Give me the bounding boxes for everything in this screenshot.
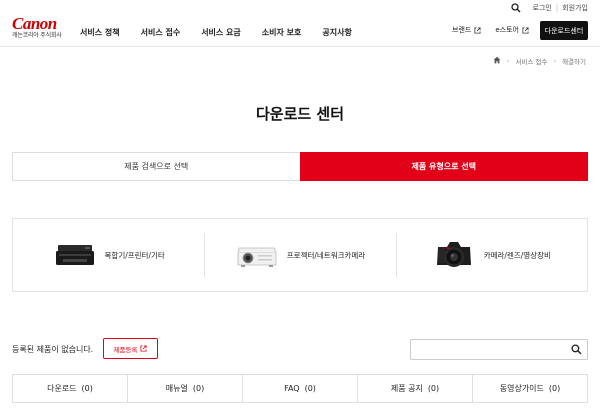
search-icon[interactable] bbox=[511, 3, 521, 16]
product-search-box bbox=[410, 339, 588, 360]
external-link-icon bbox=[522, 26, 529, 34]
estore-link[interactable]: e스토어 bbox=[495, 25, 529, 35]
home-icon[interactable] bbox=[493, 56, 501, 66]
account-links: 로그인 | 회원가입 bbox=[533, 3, 588, 13]
tab-product-notice[interactable]: 제품 공지 (0) bbox=[358, 375, 473, 402]
nav-notice[interactable]: 공지사항 bbox=[322, 27, 351, 38]
search-icon[interactable] bbox=[571, 344, 582, 358]
estore-link-label: e스토어 bbox=[495, 26, 519, 34]
canon-logo[interactable]: Canon 캐논코리아 주식회사 bbox=[12, 14, 62, 40]
result-tabs: 다운로드 (0) 매뉴얼 (0) FAQ (0) 제품 공지 (0) 동영상가이… bbox=[12, 374, 588, 403]
tab-video-guide-count: (0) bbox=[548, 384, 561, 393]
header-divider bbox=[0, 46, 600, 47]
brand-link-label: 브랜드 bbox=[452, 26, 472, 34]
tab-download-label: 다운로드 bbox=[47, 384, 77, 393]
tab-faq-count: (0) bbox=[304, 384, 316, 393]
tab-manual[interactable]: 매뉴얼 (0) bbox=[128, 375, 243, 402]
nav-service-fee[interactable]: 서비스 요금 bbox=[201, 27, 241, 38]
product-search-input[interactable] bbox=[415, 343, 565, 357]
tab-product-notice-label: 제품 공지 bbox=[390, 384, 423, 393]
register-product-label: 제품등록 bbox=[113, 345, 138, 354]
product-categories: 복합기/프린터/기타 프로젝터/네트워크카메라 카메라/렌즈/영상장비 bbox=[12, 218, 588, 292]
external-link-icon bbox=[140, 345, 147, 352]
breadcrumb: › 서비스 접수 › 해결하기 bbox=[493, 56, 586, 66]
breadcrumb-separator: › bbox=[506, 57, 510, 65]
nav-service-policy[interactable]: 서비스 정책 bbox=[80, 27, 120, 38]
no-registered-products-message: 등록된 제품이 없습니다. bbox=[12, 345, 94, 354]
tab-faq[interactable]: FAQ (0) bbox=[243, 375, 358, 402]
page-title: 다운로드 센터 bbox=[255, 105, 345, 123]
logo-wordmark: Canon bbox=[12, 14, 57, 33]
tab-download-count: (0) bbox=[81, 384, 93, 393]
tab-product-search[interactable]: 제품 검색으로 선택 bbox=[13, 153, 300, 180]
tab-product-notice-count: (0) bbox=[427, 384, 440, 393]
breadcrumb-current: 해결하기 bbox=[562, 58, 586, 66]
signup-link[interactable]: 회원가입 bbox=[562, 3, 588, 13]
external-link-icon bbox=[474, 26, 481, 34]
register-product-button[interactable]: 제품등록 bbox=[103, 338, 158, 359]
tab-video-guide[interactable]: 동영상가이드 (0) bbox=[473, 375, 587, 402]
projector-icon bbox=[235, 238, 279, 272]
login-link[interactable]: 로그인 bbox=[533, 3, 552, 13]
logo-subtitle: 캐논코리아 주식회사 bbox=[12, 32, 62, 39]
category-projector-label: 프로젝터/네트워크카메라 bbox=[286, 250, 366, 260]
category-printer-label: 복합기/프린터/기타 bbox=[104, 250, 165, 260]
category-projector[interactable]: 프로젝터/네트워크카메라 bbox=[204, 219, 395, 291]
tab-product-type[interactable]: 제품 유형으로 선택 bbox=[299, 152, 588, 181]
tab-video-guide-label: 동영상가이드 bbox=[499, 384, 544, 393]
utility-links: 브랜드 e스토어 bbox=[452, 25, 543, 35]
category-camera-label: 카메라/렌즈/영상장비 bbox=[483, 250, 551, 260]
category-camera[interactable]: 카메라/렌즈/영상장비 bbox=[395, 219, 587, 291]
main-nav: 서비스 정책 서비스 접수 서비스 요금 소비자 보호 공지사항 bbox=[80, 27, 373, 38]
nav-service-request[interactable]: 서비스 접수 bbox=[141, 27, 181, 38]
tab-manual-count: (0) bbox=[192, 384, 205, 393]
camera-icon bbox=[432, 238, 476, 272]
category-printer[interactable]: 복합기/프린터/기타 bbox=[13, 219, 204, 291]
selection-tabs: 제품 검색으로 선택 제품 유형으로 선택 bbox=[12, 152, 588, 181]
tab-download[interactable]: 다운로드 (0) bbox=[13, 375, 128, 402]
nav-consumer-protection[interactable]: 소비자 보호 bbox=[262, 27, 302, 38]
tab-faq-label: FAQ bbox=[284, 384, 300, 393]
site-header: Canon 캐논코리아 주식회사 서비스 정책 서비스 접수 서비스 요금 소비… bbox=[0, 0, 600, 46]
divider: | bbox=[555, 4, 559, 12]
breadcrumb-separator: › bbox=[553, 57, 557, 65]
printer-icon bbox=[53, 238, 97, 272]
breadcrumb-service-request[interactable]: 서비스 접수 bbox=[516, 56, 548, 66]
tab-manual-label: 매뉴얼 bbox=[165, 384, 188, 393]
brand-link[interactable]: 브랜드 bbox=[452, 25, 481, 35]
download-center-button[interactable]: 다운로드센터 bbox=[540, 21, 588, 40]
